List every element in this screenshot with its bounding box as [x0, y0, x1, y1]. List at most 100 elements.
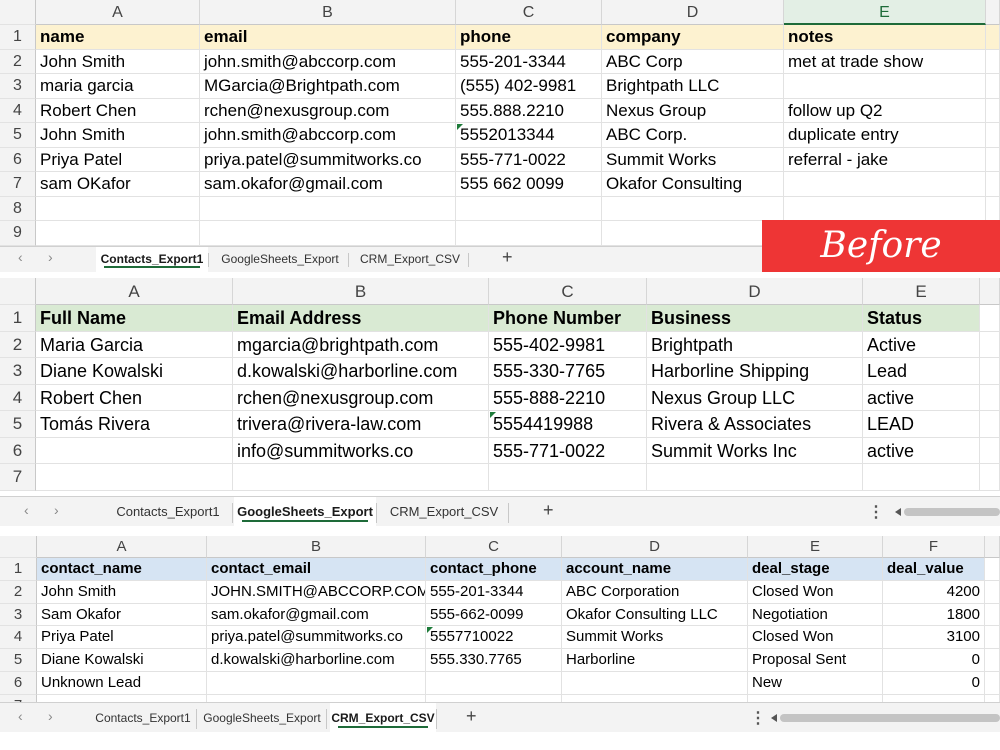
column-header-c[interactable]: C — [426, 536, 562, 558]
row-number[interactable]: 8 — [0, 196, 36, 221]
scroll-tabs-left-icon[interactable]: ‹ — [18, 249, 23, 265]
scroll-tabs-right-icon[interactable]: › — [54, 502, 59, 518]
table-cell[interactable]: Okafor Consulting LLC — [562, 603, 748, 627]
select-all-corner[interactable] — [0, 536, 37, 558]
column-header-a[interactable]: A — [36, 0, 200, 25]
table-cell[interactable]: follow up Q2 — [784, 98, 986, 123]
table-cell[interactable]: 4200 — [883, 580, 985, 604]
table-cell[interactable] — [36, 464, 233, 491]
table-cell[interactable] — [37, 694, 207, 702]
column-header-a[interactable]: A — [37, 536, 207, 558]
table-cell[interactable]: mgarcia@brightpath.com — [233, 331, 489, 358]
row-number[interactable]: 1 — [0, 558, 37, 581]
empty-cell[interactable] — [980, 305, 1000, 332]
table-cell[interactable]: 5557710022 — [426, 626, 562, 650]
table-cell[interactable] — [647, 464, 863, 491]
table-cell[interactable] — [456, 221, 602, 246]
row-number[interactable]: 5 — [0, 123, 36, 148]
select-all-corner[interactable] — [0, 0, 36, 25]
table-cell[interactable]: New — [748, 672, 883, 695]
table-cell[interactable]: (555) 402-9981 — [456, 74, 602, 99]
empty-cell[interactable] — [986, 123, 1000, 148]
empty-cell[interactable] — [980, 437, 1000, 464]
sheet-tab-crm-export-csv[interactable]: CRM_Export_CSV — [380, 497, 508, 526]
row-number[interactable]: 7 — [0, 172, 36, 197]
table-cell[interactable]: Robert Chen — [36, 98, 200, 123]
header-cell[interactable]: deal_value — [883, 558, 985, 581]
row-number[interactable]: 3 — [0, 603, 37, 627]
table-cell[interactable]: 555-201-3344 — [456, 49, 602, 74]
column-header-e[interactable]: E — [748, 536, 883, 558]
empty-cell[interactable] — [980, 464, 1000, 491]
sheet-tab-googlesheets-export[interactable]: GoogleSheets_Export — [212, 247, 348, 272]
empty-cell[interactable] — [985, 626, 1000, 650]
row-number[interactable]: 6 — [0, 672, 37, 695]
table-cell[interactable]: d.kowalski@harborline.com — [233, 358, 489, 385]
table-cell[interactable]: Brightpath LLC — [602, 74, 784, 99]
table-cell[interactable] — [562, 694, 748, 702]
table-cell[interactable]: Closed Won — [748, 580, 883, 604]
table-cell[interactable] — [602, 196, 784, 221]
row-number[interactable]: 7 — [0, 464, 36, 491]
table-cell[interactable]: Okafor Consulting — [602, 172, 784, 197]
table-cell[interactable]: ABC Corp. — [602, 123, 784, 148]
empty-cell[interactable] — [985, 580, 1000, 604]
header-cell[interactable]: contact_name — [37, 558, 207, 581]
add-sheet-button[interactable]: + — [466, 706, 477, 727]
header-cell[interactable]: phone — [456, 25, 602, 50]
empty-cell[interactable] — [986, 147, 1000, 172]
sheet-tab-contacts-export1[interactable]: Contacts_Export1 — [104, 497, 232, 526]
empty-cell[interactable] — [985, 672, 1000, 695]
table-cell[interactable] — [426, 672, 562, 695]
table-cell[interactable] — [784, 196, 986, 221]
table-cell[interactable]: Nexus Group — [602, 98, 784, 123]
row-number[interactable]: 5 — [0, 411, 36, 438]
table-cell[interactable]: active — [863, 384, 980, 411]
table-cell[interactable]: 0 — [883, 672, 985, 695]
scroll-tabs-right-icon[interactable]: › — [48, 249, 53, 265]
table-cell[interactable]: John Smith — [36, 123, 200, 148]
header-cell[interactable]: account_name — [562, 558, 748, 581]
select-all-corner[interactable] — [0, 278, 36, 305]
table-cell[interactable]: 1800 — [883, 603, 985, 627]
table-cell[interactable]: 5552013344 — [456, 123, 602, 148]
empty-cell[interactable] — [980, 384, 1000, 411]
row-number[interactable]: 2 — [0, 331, 36, 358]
table-cell[interactable]: 3100 — [883, 626, 985, 650]
table-cell[interactable]: 555.330.7765 — [426, 649, 562, 672]
table-cell[interactable]: Active — [863, 331, 980, 358]
empty-cell[interactable] — [985, 558, 1000, 581]
row-number[interactable]: 4 — [0, 626, 37, 650]
header-cell[interactable]: Business — [647, 305, 863, 332]
column-header-f[interactable]: F — [883, 536, 985, 558]
scroll-tabs-left-icon[interactable]: ‹ — [24, 502, 29, 518]
table-cell[interactable]: Nexus Group LLC — [647, 384, 863, 411]
empty-cell[interactable] — [986, 172, 1000, 197]
table-cell[interactable]: 555-201-3344 — [426, 580, 562, 604]
table-cell[interactable] — [36, 437, 233, 464]
table-cell[interactable]: 555.888.2210 — [456, 98, 602, 123]
table-cell[interactable]: Unknown Lead — [37, 672, 207, 695]
table-cell[interactable]: priya.patel@summitworks.co — [207, 626, 426, 650]
table-cell[interactable]: 555-402-9981 — [489, 331, 647, 358]
table-cell[interactable] — [456, 196, 602, 221]
table-cell[interactable]: Summit Works — [562, 626, 748, 650]
table-cell[interactable]: Harborline — [562, 649, 748, 672]
row-number[interactable]: 6 — [0, 437, 36, 464]
table-cell[interactable]: Robert Chen — [36, 384, 233, 411]
table-cell[interactable]: Sam Okafor — [37, 603, 207, 627]
empty-cell[interactable] — [985, 694, 1000, 702]
sheet-tab-googlesheets-export[interactable]: GoogleSheets_Export — [198, 703, 326, 732]
table-cell[interactable] — [748, 694, 883, 702]
table-cell[interactable]: Summit Works — [602, 147, 784, 172]
table-cell[interactable]: John Smith — [37, 580, 207, 604]
column-header-e[interactable]: E — [863, 278, 980, 305]
column-header-c[interactable]: C — [489, 278, 647, 305]
table-cell[interactable]: 555-330-7765 — [489, 358, 647, 385]
empty-cell[interactable] — [986, 196, 1000, 221]
table-cell[interactable]: ABC Corporation — [562, 580, 748, 604]
table-cell[interactable]: sam.okafor@gmail.com — [207, 603, 426, 627]
table-cell[interactable] — [883, 694, 985, 702]
table-cell[interactable]: John Smith — [36, 49, 200, 74]
row-number[interactable]: 1 — [0, 25, 36, 50]
